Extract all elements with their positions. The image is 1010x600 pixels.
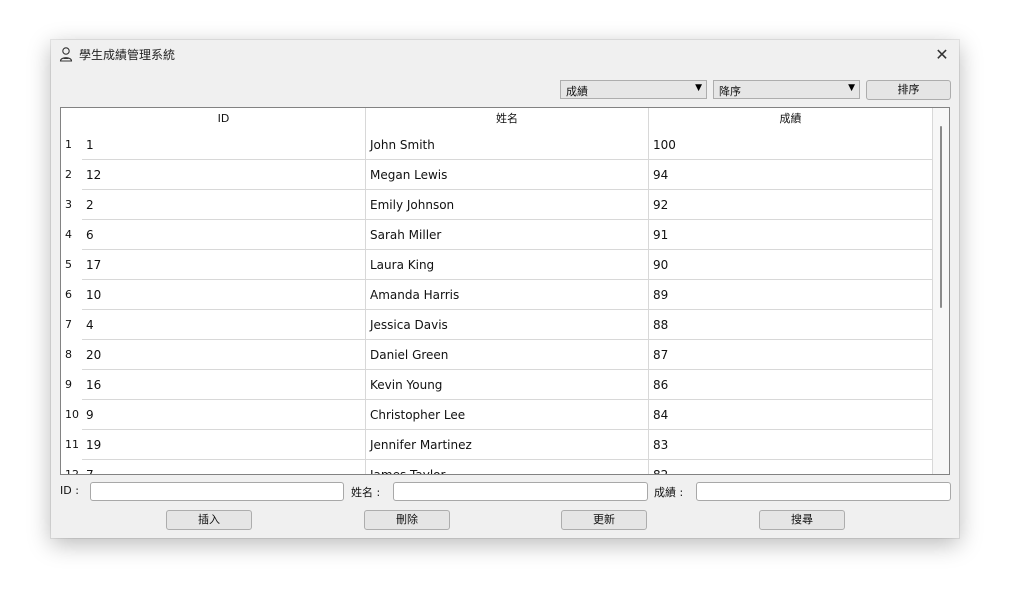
cell-name[interactable]: John Smith (366, 130, 649, 160)
sort-field-select[interactable]: 成績 ▼ (560, 80, 707, 99)
id-label: ID : (60, 484, 79, 497)
score-field[interactable] (696, 482, 951, 501)
table-row[interactable]: 3 2 Emily Johnson 92 (61, 190, 933, 220)
row-number: 10 (65, 408, 79, 421)
cell-id[interactable]: 2 (82, 190, 366, 220)
row-number: 1 (65, 138, 72, 151)
main-window: 學生成績管理系統 ✕ 成績 ▼ 降序 ▼ 排序 ID 姓名 成績 1 1 Joh… (51, 40, 959, 538)
cell-score[interactable]: 92 (649, 190, 933, 220)
table-row[interactable]: 11 19 Jennifer Martinez 83 (61, 430, 933, 460)
table-row[interactable]: 6 10 Amanda Harris 89 (61, 280, 933, 310)
cell-id[interactable]: 19 (82, 430, 366, 460)
cell-name[interactable]: Jessica Davis (366, 310, 649, 340)
table-row[interactable]: 4 6 Sarah Miller 91 (61, 220, 933, 250)
cell-id[interactable]: 9 (82, 400, 366, 430)
window-title: 學生成績管理系統 (79, 48, 176, 62)
cell-name[interactable]: Christopher Lee (366, 400, 649, 430)
title-bar: 學生成績管理系統 ✕ (51, 40, 959, 68)
score-label: 成績 : (654, 486, 684, 499)
cell-id[interactable]: 1 (82, 130, 366, 160)
table-row[interactable]: 2 12 Megan Lewis 94 (61, 160, 933, 190)
cell-score[interactable]: 82 (649, 460, 933, 474)
row-number: 2 (65, 168, 72, 181)
row-number: 7 (65, 318, 72, 331)
cell-name[interactable]: Emily Johnson (366, 190, 649, 220)
vertical-scrollbar[interactable] (933, 108, 949, 474)
table-row[interactable]: 12 7 James Taylor 82 (61, 460, 933, 475)
cell-score[interactable]: 84 (649, 400, 933, 430)
cell-id[interactable]: 16 (82, 370, 366, 400)
cell-name[interactable]: Megan Lewis (366, 160, 649, 190)
table-row[interactable]: 1 1 John Smith 100 (61, 130, 933, 160)
cell-id[interactable]: 4 (82, 310, 366, 340)
cell-id[interactable]: 10 (82, 280, 366, 310)
cell-score[interactable]: 100 (649, 130, 933, 160)
student-table: ID 姓名 成績 1 1 John Smith 100 2 12 Megan L… (60, 107, 950, 475)
cell-name[interactable]: Daniel Green (366, 340, 649, 370)
cell-name[interactable]: Kevin Young (366, 370, 649, 400)
close-button[interactable]: ✕ (931, 44, 953, 66)
cell-score[interactable]: 86 (649, 370, 933, 400)
table-body: 1 1 John Smith 100 2 12 Megan Lewis 94 3… (61, 130, 933, 475)
row-number: 5 (65, 258, 72, 271)
column-header-score[interactable]: 成績 (649, 108, 933, 130)
row-number: 4 (65, 228, 72, 241)
table-corner (61, 108, 82, 130)
row-number: 9 (65, 378, 72, 391)
update-button[interactable]: 更新 (561, 510, 647, 530)
sort-field-value: 成績 (566, 85, 588, 98)
cell-id[interactable]: 12 (82, 160, 366, 190)
cell-score[interactable]: 87 (649, 340, 933, 370)
sort-order-select[interactable]: 降序 ▼ (713, 80, 860, 99)
cell-name[interactable]: Jennifer Martinez (366, 430, 649, 460)
cell-id[interactable]: 17 (82, 250, 366, 280)
sort-button[interactable]: 排序 (866, 80, 951, 100)
column-header-id[interactable]: ID (82, 108, 366, 130)
table-row[interactable]: 9 16 Kevin Young 86 (61, 370, 933, 400)
chevron-down-icon: ▼ (695, 83, 702, 93)
cell-score[interactable]: 94 (649, 160, 933, 190)
cell-name[interactable]: James Taylor (366, 460, 649, 474)
chevron-down-icon: ▼ (848, 83, 855, 93)
name-field[interactable] (393, 482, 648, 501)
table-row[interactable]: 7 4 Jessica Davis 88 (61, 310, 933, 340)
cell-score[interactable]: 91 (649, 220, 933, 250)
cell-score[interactable]: 90 (649, 250, 933, 280)
name-label: 姓名 : (351, 486, 381, 499)
insert-button[interactable]: 插入 (166, 510, 252, 530)
row-number: 3 (65, 198, 72, 211)
cell-name[interactable]: Sarah Miller (366, 220, 649, 250)
cell-name[interactable]: Amanda Harris (366, 280, 649, 310)
row-number: 6 (65, 288, 72, 301)
sort-order-value: 降序 (719, 85, 741, 98)
cell-score[interactable]: 89 (649, 280, 933, 310)
cell-id[interactable]: 6 (82, 220, 366, 250)
search-button[interactable]: 搜尋 (759, 510, 845, 530)
row-number: 8 (65, 348, 72, 361)
row-number: 12 (65, 468, 79, 475)
table-row[interactable]: 5 17 Laura King 90 (61, 250, 933, 280)
cell-id[interactable]: 7 (82, 460, 366, 474)
cell-name[interactable]: Laura King (366, 250, 649, 280)
row-number: 11 (65, 438, 79, 451)
cell-score[interactable]: 83 (649, 430, 933, 460)
student-user-icon (59, 47, 73, 62)
id-field[interactable] (90, 482, 344, 501)
scrollbar-thumb[interactable] (940, 126, 942, 308)
column-header-name[interactable]: 姓名 (366, 108, 649, 130)
cell-id[interactable]: 20 (82, 340, 366, 370)
table-row[interactable]: 10 9 Christopher Lee 84 (61, 400, 933, 430)
table-row[interactable]: 8 20 Daniel Green 87 (61, 340, 933, 370)
cell-score[interactable]: 88 (649, 310, 933, 340)
delete-button[interactable]: 刪除 (364, 510, 450, 530)
